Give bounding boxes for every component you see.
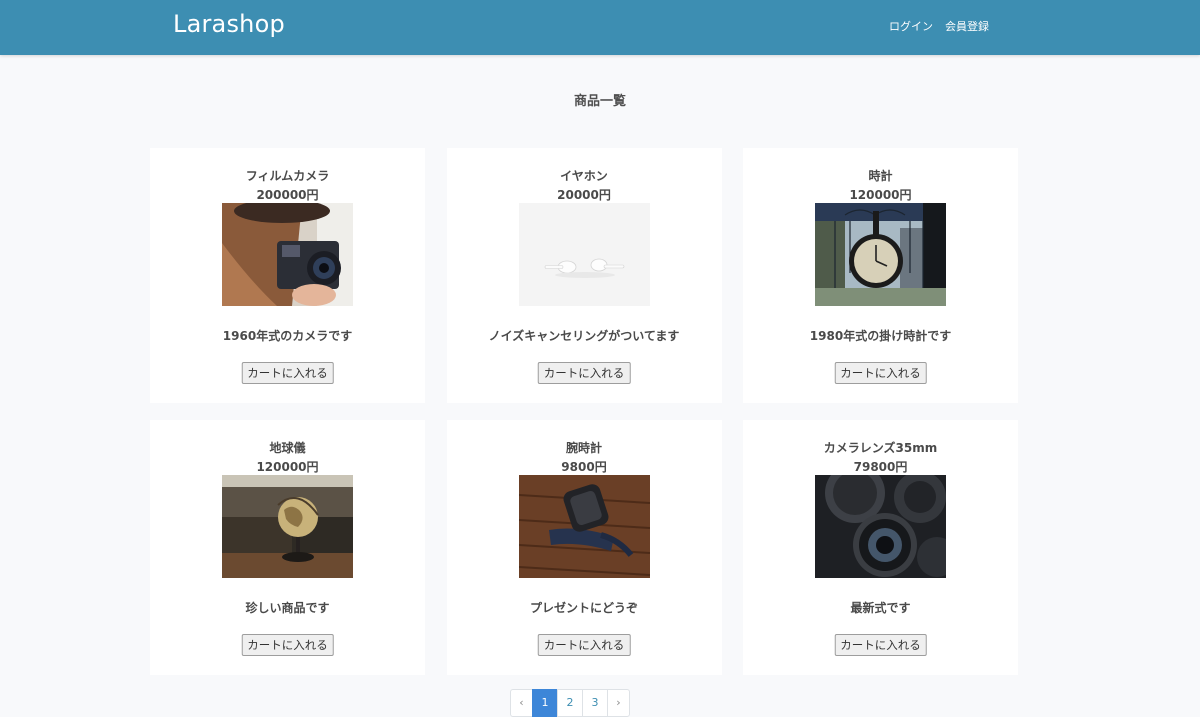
product-name: イヤホン <box>560 169 608 183</box>
product-price: 79800円 <box>853 460 908 474</box>
product-price: 9800円 <box>561 460 607 474</box>
product-image-camera-lenses <box>815 475 946 578</box>
add-to-cart-button[interactable]: カートに入れる <box>834 634 927 656</box>
add-to-cart-button[interactable]: カートに入れる <box>537 362 631 384</box>
product-description: 最新式です <box>850 601 911 615</box>
product-description: 1980年式の掛け時計です <box>809 329 952 343</box>
page-title: 商品一覧 <box>573 94 626 109</box>
product-price: 120000円 <box>849 188 912 202</box>
page-next-button[interactable]: › <box>607 689 630 717</box>
page-2-button[interactable]: 2 <box>557 689 583 717</box>
product-name: カメラレンズ35mm <box>823 441 938 455</box>
product-description: 1960年式のカメラです <box>222 329 353 343</box>
product-price: 20000円 <box>557 188 611 202</box>
product-image-earphones <box>518 203 650 306</box>
register-link[interactable]: 会員登録 <box>945 18 989 34</box>
product-name: フィルムカメラ <box>245 169 330 183</box>
product-card: 時計 120000円 1980年式の掛け時計です カートに入れる <box>743 148 1018 403</box>
product-card: 腕時計 9800円 プレゼントにどうぞ カートに入れる <box>446 420 722 675</box>
product-price: 120000円 <box>256 460 319 474</box>
product-price: 200000円 <box>256 188 319 202</box>
product-description: 珍しい商品です <box>245 601 330 615</box>
product-description: プレゼントにどうぞ <box>529 601 638 615</box>
page-prev-button[interactable]: ‹ <box>510 689 533 717</box>
add-to-cart-button[interactable]: カートに入れる <box>834 362 927 384</box>
add-to-cart-button[interactable]: カートに入れる <box>537 634 631 656</box>
page-1-button[interactable]: 1 <box>532 689 558 717</box>
product-card: イヤホン 20000円 ノイズキャンセリングがついてます カートに入れる <box>446 148 722 403</box>
product-image-wristwatch <box>518 475 650 578</box>
product-card: 地球儀 120000円 珍しい商品です カートに入れる <box>150 420 425 675</box>
product-name: 腕時計 <box>565 441 602 455</box>
product-image-globe <box>222 475 353 578</box>
product-description: ノイズキャンセリングがついてます <box>488 329 680 343</box>
page-3-button[interactable]: 3 <box>582 689 608 717</box>
brand-logo-link[interactable]: Larashop <box>173 10 285 38</box>
navbar: Larashop ログイン 会員登録 <box>0 0 1200 55</box>
add-to-cart-button[interactable]: カートに入れる <box>241 362 334 384</box>
product-image-film-camera <box>222 203 353 306</box>
login-link[interactable]: ログイン <box>889 18 933 34</box>
nav-links: ログイン 会員登録 <box>889 18 989 34</box>
pagination: ‹ 1 2 3 › <box>510 689 630 717</box>
product-name: 地球儀 <box>269 441 306 455</box>
add-to-cart-button[interactable]: カートに入れる <box>241 634 334 656</box>
product-card: フィルムカメラ 200000円 1960年式のカメラです カートに入れる <box>150 148 425 403</box>
product-name: 時計 <box>868 169 893 183</box>
product-image-wall-clock <box>815 203 946 306</box>
product-grid: フィルムカメラ 200000円 1960年式のカメラです カートに入れる イヤホ… <box>150 148 1018 675</box>
product-card: カメラレンズ35mm 79800円 最新式です カートに入れる <box>743 420 1018 675</box>
